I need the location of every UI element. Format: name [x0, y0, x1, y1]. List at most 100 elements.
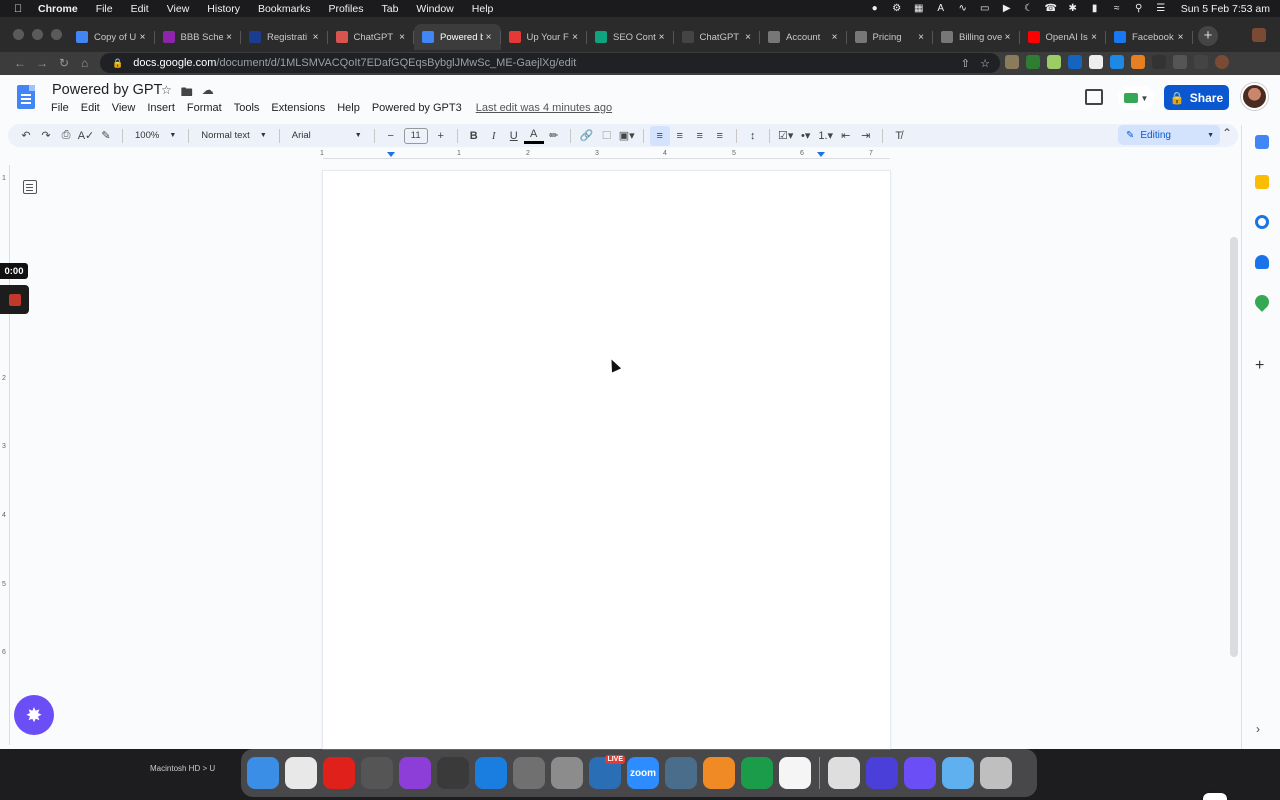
menu-edit[interactable]: Edit [131, 3, 149, 15]
stop-recording-button[interactable] [0, 285, 29, 314]
menu-history[interactable]: History [207, 3, 240, 15]
left-indent-marker[interactable] [387, 152, 395, 157]
browser-tab[interactable]: BBB Sche × [155, 24, 242, 50]
hide-side-panel-icon[interactable]: › [1256, 722, 1260, 736]
puzzle-extensions-icon[interactable] [1173, 55, 1187, 69]
browser-tab[interactable]: Powered b × [414, 24, 501, 50]
menu-profiles[interactable]: Profiles [328, 3, 363, 15]
close-window-button[interactable] [13, 29, 24, 40]
docs-menu-file[interactable]: File [51, 102, 69, 114]
align-left-icon[interactable]: ≡ [649, 125, 670, 146]
numbered-list-icon[interactable]: 1.▾ [816, 126, 836, 146]
dock-app-notion-icon[interactable] [779, 757, 811, 789]
extension-icon-5[interactable] [1089, 55, 1103, 69]
new-tab-button[interactable]: + [1198, 26, 1218, 46]
close-tab-icon[interactable]: × [915, 32, 927, 43]
browser-tab[interactable]: Pricing × [847, 24, 934, 50]
extension-icon-1[interactable] [1005, 55, 1019, 69]
dock-app-podcasts-icon[interactable] [399, 757, 431, 789]
url-bar[interactable]: 🔒 docs.google.com/document/d/1MLSMVACQoI… [100, 53, 1000, 73]
home-icon[interactable]: ⌂ [81, 56, 88, 70]
star-icon[interactable]: ☆ [161, 83, 172, 104]
extension-icon-6[interactable] [1110, 55, 1124, 69]
dock-app-keynote-icon[interactable] [475, 757, 507, 789]
print-icon[interactable]: ⎙ [56, 126, 76, 146]
font-select[interactable]: Arial ▼ [286, 130, 368, 141]
scrollbar[interactable] [1230, 237, 1238, 657]
extension-icon-3[interactable] [1047, 55, 1061, 69]
close-tab-icon[interactable]: × [656, 32, 668, 43]
moon-status-icon[interactable]: ☾ [1023, 3, 1035, 15]
menu-chrome[interactable]: Chrome [38, 3, 78, 15]
text-status-icon[interactable]: A [935, 3, 947, 15]
document-title[interactable]: Powered by GPT [52, 82, 162, 98]
docs-logo-icon[interactable] [17, 85, 35, 109]
dock-app-opera-icon[interactable] [323, 757, 355, 789]
docs-menu-powered-by-gpt3[interactable]: Powered by GPT3 [372, 102, 462, 114]
chrome-profile-avatar[interactable] [1215, 55, 1229, 69]
document-outline-icon[interactable] [23, 180, 37, 194]
line-spacing-icon[interactable]: ↕ [743, 126, 763, 146]
menubar-clock[interactable]: Sun 5 Feb 7:53 am [1181, 3, 1270, 15]
dock-app-script-editor-icon[interactable] [513, 757, 545, 789]
underline-icon[interactable]: U [504, 126, 524, 146]
decrease-font-size-icon[interactable]: − [381, 126, 401, 146]
apple-icon[interactable]:  [14, 3, 28, 15]
browser-tab[interactable]: Billing ove × [933, 24, 1020, 50]
browser-tab[interactable]: SEO Cont × [587, 24, 674, 50]
menu-window[interactable]: Window [416, 3, 453, 15]
contacts-icon[interactable] [1255, 255, 1269, 269]
dock-app-system-preferences-icon[interactable] [551, 757, 583, 789]
menu-file[interactable]: File [96, 3, 113, 15]
account-avatar[interactable] [1241, 83, 1268, 110]
redo-icon[interactable]: ↷ [36, 126, 56, 146]
dock-app-signature-icon[interactable] [828, 757, 860, 789]
docs-menu-view[interactable]: View [112, 102, 136, 114]
play-status-icon[interactable]: ▶ [1001, 3, 1013, 15]
close-tab-icon[interactable]: × [1002, 32, 1014, 43]
meet-button[interactable]: ▼ [1118, 86, 1154, 110]
tasks-icon[interactable] [1255, 215, 1269, 229]
headphones-status-icon[interactable]: ☎ [1044, 3, 1056, 15]
increase-indent-icon[interactable]: ⇥ [856, 126, 876, 146]
document-page[interactable] [323, 171, 890, 749]
close-tab-icon[interactable]: × [396, 32, 408, 43]
dock-app-launchpad-icon[interactable] [361, 757, 393, 789]
vertical-ruler[interactable]: 1 2 3 4 5 6 [0, 165, 10, 745]
browser-tab[interactable]: ChatGPT × [674, 24, 761, 50]
zoom-window-button[interactable] [51, 29, 62, 40]
comment-history-icon[interactable] [1085, 89, 1103, 105]
italic-icon[interactable]: I [484, 126, 504, 146]
checklist-icon[interactable]: ☑▾ [776, 126, 796, 146]
gear-status-icon[interactable]: ⚙ [891, 3, 903, 15]
forward-icon[interactable]: → [36, 56, 48, 70]
minimize-window-button[interactable] [32, 29, 43, 40]
dock-app-calculator-icon[interactable] [437, 757, 469, 789]
assistant-floating-button[interactable]: ✸ [14, 695, 54, 735]
battery-icon[interactable]: ▮ [1089, 3, 1101, 15]
keep-icon[interactable] [1255, 175, 1269, 189]
docs-menu-tools[interactable]: Tools [234, 102, 260, 114]
close-tab-icon[interactable]: × [310, 32, 322, 43]
bluetooth-icon[interactable]: ✱ [1067, 3, 1079, 15]
close-tab-icon[interactable]: × [829, 32, 841, 43]
explore-icon[interactable]: ✦ [1203, 793, 1227, 800]
calendar-icon[interactable] [1255, 135, 1269, 149]
insert-link-icon[interactable]: 🔗 [577, 126, 597, 146]
collapse-menus-icon[interactable]: ⌃ [1222, 126, 1232, 140]
extension-icon-8[interactable] [1152, 55, 1166, 69]
dock-app-vpn-icon[interactable] [866, 757, 898, 789]
paint-format-icon[interactable]: ✎ [96, 126, 116, 146]
close-tab-icon[interactable]: × [742, 32, 754, 43]
lock-icon[interactable]: 🔒 [112, 58, 123, 69]
get-addons-icon[interactable]: + [1255, 357, 1264, 375]
docs-menu-edit[interactable]: Edit [81, 102, 100, 114]
wifi-icon[interactable]: ≈ [1111, 3, 1123, 15]
style-select[interactable]: Normal text ▼ [195, 130, 273, 141]
spellcheck-icon[interactable]: A✓ [76, 126, 96, 146]
align-center-icon[interactable]: ≡ [670, 126, 690, 146]
browser-tab[interactable]: Account × [760, 24, 847, 50]
editing-mode-select[interactable]: ✎ Editing ▼ [1118, 125, 1220, 145]
right-indent-marker[interactable] [817, 152, 825, 157]
clear-formatting-icon[interactable]: T̸ [889, 126, 909, 146]
